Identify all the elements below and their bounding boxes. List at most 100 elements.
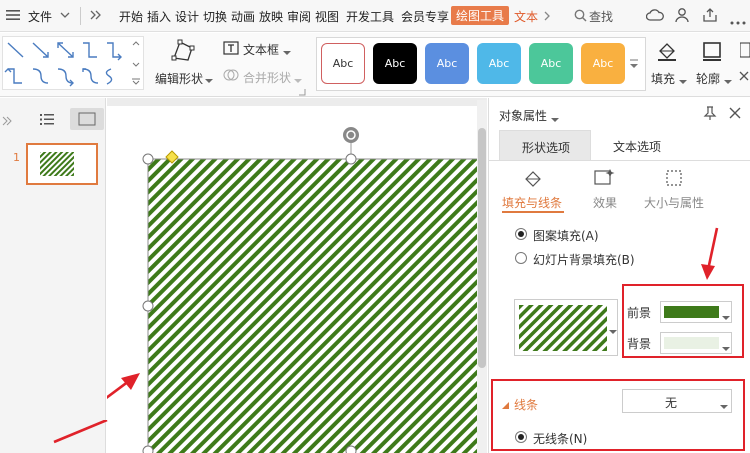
pin-icon[interactable] xyxy=(703,106,717,123)
tab-developer[interactable]: 开发工具 xyxy=(346,8,394,25)
style-label: Abc xyxy=(540,57,562,70)
resize-handle[interactable] xyxy=(142,300,154,312)
merge-shape-icon xyxy=(223,68,239,85)
shape-style-3[interactable]: Abc xyxy=(425,43,469,84)
style-label: Abc xyxy=(384,57,406,70)
tab-design[interactable]: 设计 xyxy=(175,8,199,25)
tab-member[interactable]: 会员专享 xyxy=(401,8,449,25)
gallery-more-icon[interactable] xyxy=(629,58,639,73)
background-swatch xyxy=(664,337,719,349)
object-properties-panel: 对象属性 形状选项 文本选项 填充与线条 效果 大小与属性 图案填充(A) 幻灯… xyxy=(488,98,750,453)
dialog-launcher-icon[interactable] xyxy=(298,85,306,99)
subtab-size-properties[interactable]: 大小与属性 xyxy=(644,194,704,211)
tab-transition[interactable]: 切换 xyxy=(203,8,227,25)
close-icon[interactable] xyxy=(729,107,741,122)
outline-button[interactable]: 轮廓 xyxy=(696,70,720,87)
share-icon[interactable] xyxy=(702,7,718,26)
tab-text-options[interactable]: 文本选项 xyxy=(613,138,661,155)
style-label: Abc xyxy=(332,57,354,70)
tab-home[interactable]: 开始 xyxy=(119,8,143,25)
outline-view-icon[interactable] xyxy=(40,113,54,129)
chevron-down-icon[interactable] xyxy=(609,324,617,338)
slide-view-icon[interactable] xyxy=(70,108,104,130)
fill-bucket-icon[interactable] xyxy=(656,40,678,65)
slide-canvas[interactable] xyxy=(107,98,487,453)
patterned-shape[interactable] xyxy=(147,158,477,453)
resize-handle[interactable] xyxy=(142,153,154,165)
tab-animation[interactable]: 动画 xyxy=(231,8,255,25)
more-icon[interactable] xyxy=(730,14,746,28)
tab-text-tools[interactable]: 文本 xyxy=(514,8,538,25)
slide[interactable] xyxy=(107,106,477,453)
gallery-scroll[interactable] xyxy=(130,37,142,89)
slide-bg-fill-label[interactable]: 幻灯片背景填充(B) xyxy=(533,251,635,268)
line-section-label[interactable]: 线条 xyxy=(514,396,538,413)
tab-view[interactable]: 视图 xyxy=(315,8,339,25)
foreground-color-dropdown[interactable] xyxy=(660,301,732,323)
canvas-scroll-thumb[interactable] xyxy=(478,128,486,368)
menu-file[interactable]: 文件 xyxy=(28,8,52,25)
connector-gallery[interactable] xyxy=(2,36,144,90)
collapse-triangle-icon[interactable] xyxy=(502,399,510,413)
subtab-fill-line[interactable]: 填充与线条 xyxy=(502,194,562,211)
tab-insert[interactable]: 插入 xyxy=(147,8,171,25)
resize-handle[interactable] xyxy=(345,153,357,165)
search-label[interactable]: 查找 xyxy=(589,8,613,25)
outline-icon[interactable] xyxy=(701,40,723,65)
tab-shape-options[interactable]: 形状选项 xyxy=(499,130,591,160)
cloud-icon[interactable] xyxy=(645,8,664,25)
chevron-down-icon[interactable] xyxy=(60,9,70,23)
foreground-label: 前景 xyxy=(627,306,652,320)
edit-shape-icon[interactable] xyxy=(170,38,198,67)
fill-button[interactable]: 填充 xyxy=(651,70,675,87)
pattern-fill-radio[interactable] xyxy=(515,228,527,240)
shape-style-4[interactable]: Abc xyxy=(477,43,521,84)
resize-handle[interactable] xyxy=(345,445,357,453)
divider xyxy=(80,7,81,25)
text-box-button[interactable]: 文本框 xyxy=(243,41,279,58)
expand-icon[interactable] xyxy=(90,9,102,23)
tab-review[interactable]: 审阅 xyxy=(287,8,311,25)
foreground-swatch xyxy=(664,306,719,318)
search-icon[interactable] xyxy=(574,9,587,25)
resize-handle[interactable] xyxy=(142,445,154,453)
no-line-radio[interactable] xyxy=(515,431,527,443)
user-icon[interactable] xyxy=(674,7,690,26)
chevron-down-icon[interactable] xyxy=(205,73,213,87)
slide-thumbnail[interactable] xyxy=(26,143,98,185)
tab-shape-options-label: 形状选项 xyxy=(522,141,571,155)
close-icon[interactable] xyxy=(739,70,749,84)
hamburger-icon[interactable] xyxy=(6,9,20,24)
no-line-label[interactable]: 无线条(N) xyxy=(533,430,587,447)
shape-style-6[interactable]: Abc xyxy=(581,43,625,84)
chevron-down-icon[interactable] xyxy=(724,74,732,88)
text-box-icon[interactable] xyxy=(223,41,239,58)
chevron-right-icon[interactable] xyxy=(543,10,551,24)
collapse-pane-icon[interactable] xyxy=(2,115,12,129)
edit-shape-button[interactable]: 编辑形状 xyxy=(155,70,203,87)
chevron-down-icon[interactable] xyxy=(679,74,687,88)
pattern-fill-label[interactable]: 图案填充(A) xyxy=(533,227,599,244)
annotation-arrow-tail xyxy=(53,420,108,444)
subtab-effect[interactable]: 效果 xyxy=(593,194,617,211)
subtab-underline xyxy=(502,211,564,213)
slide-thumbnail-pane: 1 xyxy=(0,98,106,453)
size-properties-icon[interactable] xyxy=(664,168,684,191)
fill-bucket-icon[interactable] xyxy=(523,169,543,192)
effects-icon[interactable] xyxy=(593,168,615,191)
shape-style-5[interactable]: Abc xyxy=(529,43,573,84)
tab-drawing-tools[interactable]: 绘图工具 xyxy=(451,6,510,25)
shape-style-2[interactable]: Abc xyxy=(373,43,417,84)
line-type-dropdown[interactable]: 无 xyxy=(622,389,732,413)
effects-icon[interactable] xyxy=(739,41,750,66)
chevron-down-icon[interactable] xyxy=(551,112,559,126)
chevron-down-icon[interactable] xyxy=(283,45,291,59)
slide-number: 1 xyxy=(13,151,20,164)
shape-style-1[interactable]: Abc xyxy=(321,43,365,84)
panel-title: 对象属性 xyxy=(499,109,548,123)
background-color-dropdown[interactable] xyxy=(660,332,732,354)
shape-style-gallery: Abc Abc Abc Abc Abc Abc xyxy=(316,37,646,91)
pattern-picker[interactable] xyxy=(514,299,618,356)
tab-slideshow[interactable]: 放映 xyxy=(259,8,283,25)
slide-bg-fill-radio[interactable] xyxy=(515,252,527,264)
